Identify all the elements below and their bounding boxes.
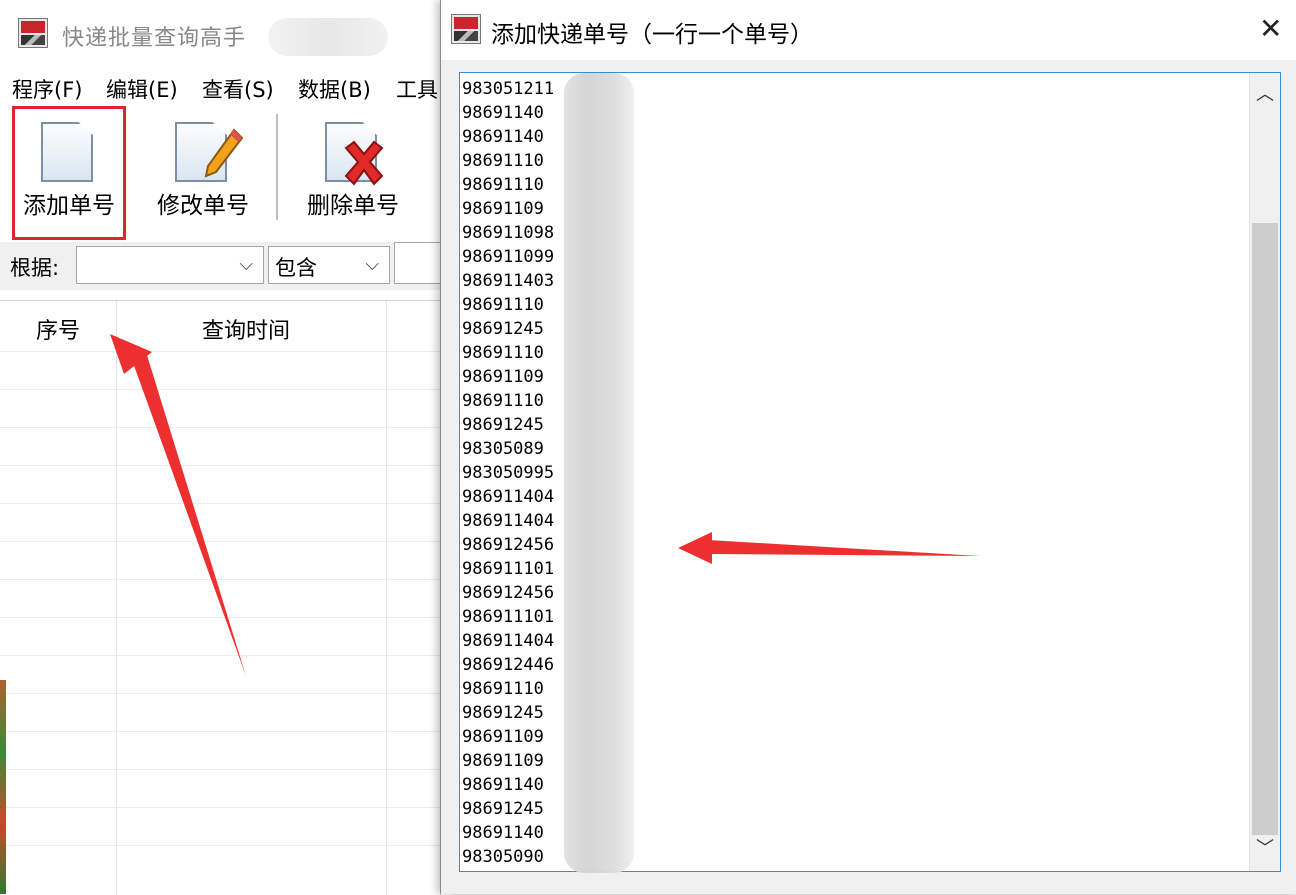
tracking-number-line: 983050995 [462,463,555,483]
background-window-edge [0,680,6,894]
tracking-number-line: 98691110 [462,295,544,315]
tracking-number-line: 98305090 [462,847,544,867]
main-window: 快递批量查询高手 程序(F) 编辑(E) 查看(S) 数据(B) 工具 添加单号… [0,0,452,895]
edit-number-button[interactable]: 修改单号 [144,106,262,240]
main-title-bar: 快递批量查询高手 [0,0,452,64]
tracking-number-line: 98691245 [462,415,544,435]
main-window-title: 快递批量查询高手 [62,26,247,51]
chevron-down-icon: ⌵ [239,254,253,275]
blurred-region [564,73,634,873]
tracking-number-line: 98691110 [462,175,544,195]
tracking-number-line: 986911404 [462,487,555,507]
tracking-number-line: 98691140 [462,103,544,123]
tracking-number-line: 98691109 [462,367,544,387]
tracking-number-line: 98691245 [462,799,544,819]
tracking-number-line: 98691110 [462,343,544,363]
toolbar-separator [276,114,278,220]
menu-program[interactable]: 程序(F) [12,74,82,104]
menu-bar: 程序(F) 编辑(E) 查看(S) 数据(B) 工具 [0,68,452,106]
tracking-number-line: 98305089 [462,439,544,459]
blurred-title-region [268,18,388,56]
tracking-number-line: 986911099 [462,247,555,267]
edit-number-label: 修改单号 [157,193,249,219]
scrollbar-thumb[interactable] [1252,223,1278,835]
menu-data[interactable]: 数据(B) [298,74,371,104]
column-header-query-time[interactable]: 查询时间 [202,313,290,345]
tracking-number-lines: 983051211 98691140 98691140 98691110 9869111… [462,77,554,869]
tracking-number-line: 98691140 [462,775,544,795]
menu-edit[interactable]: 编辑(E) [106,74,178,104]
tracking-number-textarea[interactable]: 983051211 98691140 98691140 98691110 9869111… [459,72,1281,873]
tracking-number-line: 98691110 [462,391,544,411]
tracking-number-line: 98691110 [462,679,544,699]
tracking-number-line: 98691140 [462,127,544,147]
tracking-number-line: 986911098 [462,223,555,243]
tracking-number-line: 986912456 [462,583,555,603]
filter-match-value: 包含 [275,256,317,280]
filter-label: 根据: [10,256,60,280]
app-icon [18,18,48,48]
tracking-number-line: 98691109 [462,727,544,747]
menu-view[interactable]: 查看(S) [202,74,274,104]
close-icon: ✕ [1259,12,1283,45]
filter-bar: 根据: ⌵ 包含 ⌵ [0,242,452,290]
dialog-title-bar: 添加快递单号（一行一个单号） ✕ [441,0,1296,60]
tracking-number-line: 983051211 [462,79,555,99]
delete-number-button[interactable]: 删除单号 [294,106,412,240]
delete-number-label: 删除单号 [307,193,399,219]
tracking-number-line: 986911101 [462,607,555,627]
result-table: 序号 查询时间 [0,300,452,895]
filter-field-select[interactable]: ⌵ [76,246,264,284]
add-button-highlight [12,106,126,240]
menu-tools[interactable]: 工具 [396,74,438,104]
filter-match-select[interactable]: 包含 ⌵ [268,246,390,284]
dialog-app-icon [451,14,481,44]
tracking-number-line: 98691110 [462,151,544,171]
tracking-number-line: 986912456 [462,535,555,555]
tracking-number-line: 98691109 [462,199,544,219]
tracking-number-line: 98691109 [462,751,544,771]
close-button[interactable]: ✕ [1239,0,1296,60]
tracking-number-line: 98691245 [462,703,544,723]
tracking-number-line: 986911101 [462,559,555,579]
scroll-down-icon[interactable]: ﹀ [1250,827,1280,871]
tracking-number-line: 986911404 [462,511,555,531]
tracking-number-line: 986912446 [462,655,555,675]
column-header-index[interactable]: 序号 [36,313,80,345]
add-numbers-dialog: 添加快递单号（一行一个单号） ✕ 983051211 98691140 986911… [440,0,1296,894]
dialog-title: 添加快递单号（一行一个单号） [491,22,813,48]
scroll-up-icon[interactable]: ︿ [1250,73,1280,117]
tracking-number-line: 986911404 [462,631,555,651]
red-x-icon [344,140,384,186]
chevron-down-icon: ⌵ [365,254,379,275]
tracking-number-line: 98691245 [462,319,544,339]
tracking-number-line: 986911403 [462,271,555,291]
pencil-icon [204,128,244,178]
tracking-number-line: 98691140 [462,823,544,843]
vertical-scrollbar[interactable]: ︿ ﹀ [1249,73,1280,871]
